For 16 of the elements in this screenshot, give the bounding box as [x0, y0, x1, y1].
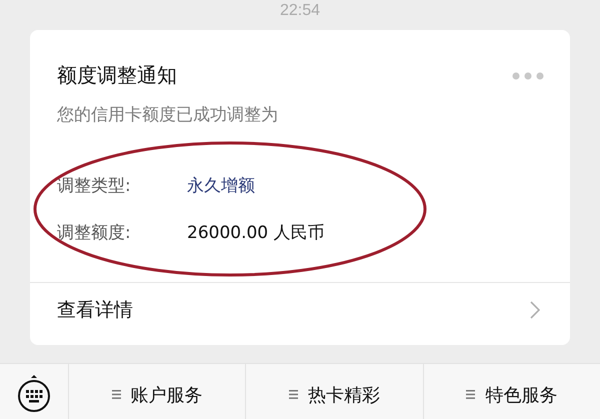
menu-icon — [288, 390, 298, 399]
menu-icon — [112, 390, 121, 399]
menu-tab[interactable]: 特色服务 — [422, 364, 600, 419]
menu-tab[interactable]: 热卡精彩 — [245, 364, 423, 419]
chevron-right-icon — [530, 301, 540, 319]
message-time: 22:54 — [280, 2, 320, 20]
card-subtitle: 您的信用卡额度已成功调整为 — [56, 104, 279, 126]
field-label: 调整额度: — [57, 222, 132, 244]
details-link[interactable]: 查看详情 — [30, 282, 570, 323]
field-value: 26000.00 人民币 — [187, 222, 325, 244]
field-value: 永久增额 — [187, 175, 255, 197]
field-label: 调整类型: — [57, 175, 132, 197]
card-title: 额度调整通知 — [57, 62, 177, 89]
keyboard-icon[interactable] — [16, 374, 52, 414]
menu-tab[interactable]: 账户服务 — [68, 364, 246, 419]
menu-icon — [466, 390, 476, 399]
